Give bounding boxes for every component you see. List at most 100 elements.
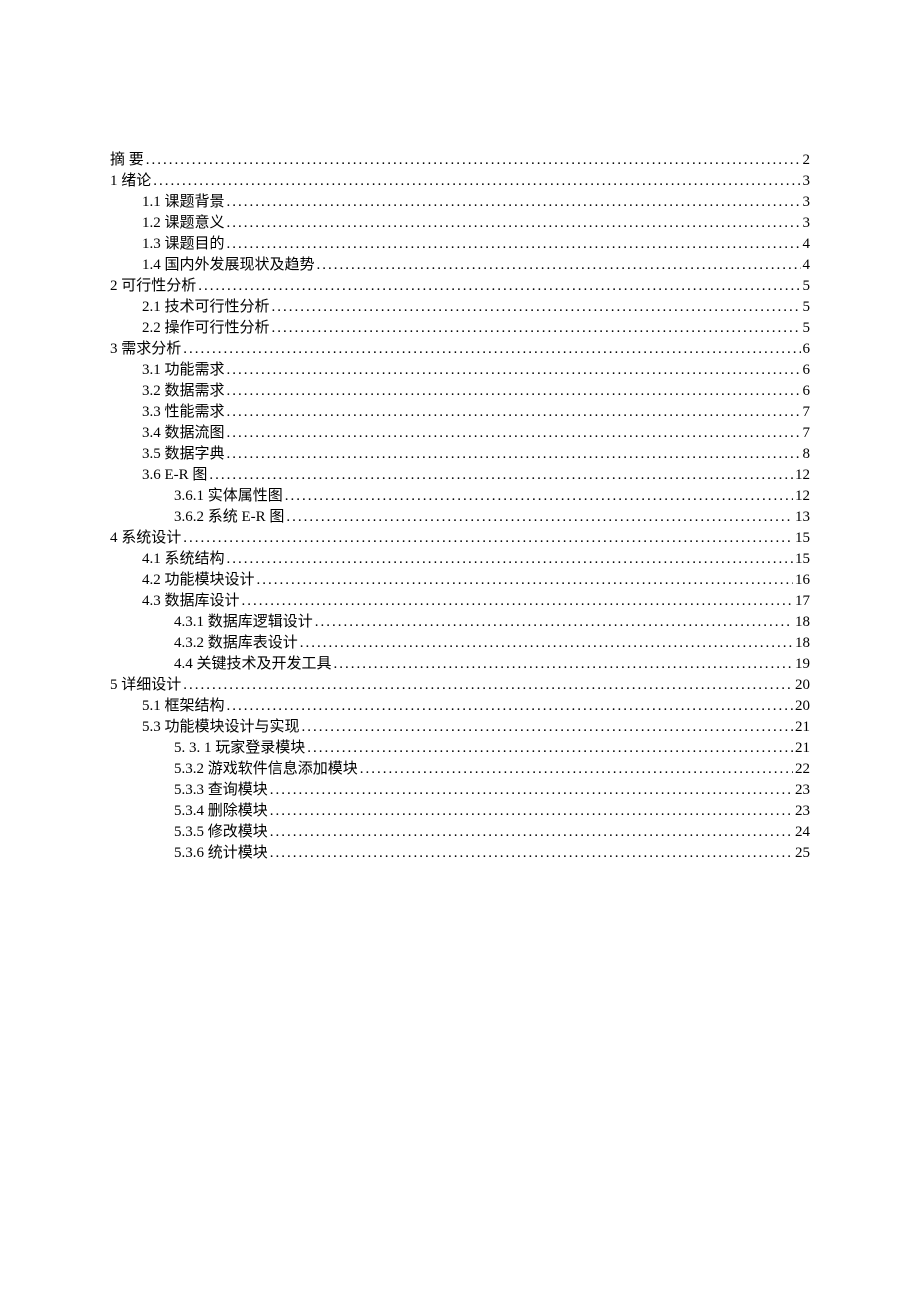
toc-entry: 5.1 框架结构20 — [110, 696, 810, 717]
toc-entry-leader — [307, 738, 793, 759]
toc-entry-page: 6 — [803, 339, 811, 360]
toc-entry-label: 3.3 性能需求 — [142, 402, 225, 423]
toc-entry: 4.3 数据库设计17 — [110, 591, 810, 612]
toc-entry: 3.6 E-R 图 12 — [110, 465, 810, 486]
toc-entry: 5. 3. 1 玩家登录模块21 — [110, 738, 810, 759]
toc-entry-leader — [146, 150, 801, 171]
toc-entry-leader — [334, 654, 793, 675]
toc-entry-page: 22 — [795, 759, 810, 780]
toc-entry-leader — [270, 822, 793, 843]
toc-entry: 2.2 操作可行性分析5 — [110, 318, 810, 339]
toc-entry: 4.2 功能模块设计 16 — [110, 570, 810, 591]
toc-entry-page: 23 — [795, 780, 810, 801]
toc-entry-label: 5.3.2 游戏软件信息添加模块 — [174, 759, 358, 780]
toc-entry-label: 5.3 功能模块设计与实现 — [142, 717, 300, 738]
toc-entry-label: 4.3.1 数据库逻辑设计 — [174, 612, 313, 633]
toc-entry-page: 8 — [803, 444, 811, 465]
toc-entry-leader — [209, 465, 793, 486]
toc-entry: 4.4 关键技术及开发工具 19 — [110, 654, 810, 675]
toc-entry: 1.2 课题意义 3 — [110, 213, 810, 234]
toc-entry-leader — [257, 570, 793, 591]
toc-entry-label: 3.6 E-R 图 — [142, 465, 207, 486]
toc-entry: 5.3.3 查询模块 23 — [110, 780, 810, 801]
toc-entry-label: 1.3 课题目的 — [142, 234, 225, 255]
toc-entry-page: 25 — [795, 843, 810, 864]
toc-entry-page: 12 — [795, 465, 810, 486]
toc-entry-page: 5 — [803, 297, 811, 318]
toc-entry-leader — [227, 402, 801, 423]
toc-entry-label: 5.3.3 查询模块 — [174, 780, 268, 801]
toc-entry-leader — [270, 801, 793, 822]
toc-entry-leader — [285, 486, 793, 507]
toc-entry-page: 12 — [795, 486, 810, 507]
toc-entry: 1.4 国内外发展现状及趋势4 — [110, 255, 810, 276]
toc-entry: 3.4 数据流图7 — [110, 423, 810, 444]
toc-entry: 3.1 功能需求 6 — [110, 360, 810, 381]
toc-entry-label: 3 需求分析 — [110, 339, 181, 360]
toc-entry-label: 4.4 关键技术及开发工具 — [174, 654, 332, 675]
toc-entry-page: 13 — [795, 507, 810, 528]
toc-entry-label: 1.1 课题背景 — [142, 192, 225, 213]
toc-entry-leader — [315, 612, 793, 633]
toc-entry-page: 15 — [795, 549, 810, 570]
toc-entry-label: 5.3.6 统计模块 — [174, 843, 268, 864]
toc-entry-label: 4.3 数据库设计 — [142, 591, 240, 612]
toc-entry-label: 4.1 系统结构 — [142, 549, 225, 570]
toc-entry: 3.6.1 实体属性图 12 — [110, 486, 810, 507]
toc-entry-page: 5 — [803, 276, 811, 297]
toc-entry-label: 1.2 课题意义 — [142, 213, 225, 234]
toc-entry-page: 3 — [803, 171, 811, 192]
toc-entry-page: 3 — [803, 213, 811, 234]
toc-entry-label: 3.1 功能需求 — [142, 360, 225, 381]
toc-entry: 5 详细设计 20 — [110, 675, 810, 696]
toc-entry-page: 19 — [795, 654, 810, 675]
toc-entry: 3.5 数据字典8 — [110, 444, 810, 465]
toc-entry: 5.3 功能模块设计与实现 21 — [110, 717, 810, 738]
toc-entry-page: 3 — [803, 192, 811, 213]
toc-entry-label: 1 绪论 — [110, 171, 151, 192]
toc-entry-leader — [300, 633, 793, 654]
toc-entry-leader — [227, 192, 801, 213]
toc-entry: 摘 要2 — [110, 150, 810, 171]
toc-entry-label: 摘 要 — [110, 150, 144, 171]
toc-entry: 1 绪论 3 — [110, 171, 810, 192]
toc-entry-leader — [242, 591, 793, 612]
toc-entry-leader — [227, 549, 793, 570]
toc-entry-label: 5. 3. 1 玩家登录模块 — [174, 738, 305, 759]
toc-entry-page: 21 — [795, 717, 810, 738]
toc-container: 摘 要21 绪论31.1 课题背景31.2 课题意义31.3 课题目的41.4 … — [0, 0, 920, 864]
toc-entry-label: 3.6.2 系统 E-R 图 — [174, 507, 284, 528]
toc-entry: 5.3.4 删除模块23 — [110, 801, 810, 822]
toc-entry-page: 18 — [795, 633, 810, 654]
toc-entry-page: 15 — [795, 528, 810, 549]
toc-entry-leader — [183, 528, 793, 549]
toc-entry-leader — [227, 381, 801, 402]
toc-entry-label: 5.3.4 删除模块 — [174, 801, 268, 822]
toc-entry: 2.1 技术可行性分析 5 — [110, 297, 810, 318]
toc-entry-leader — [227, 213, 801, 234]
toc-entry-label: 3.6.1 实体属性图 — [174, 486, 283, 507]
toc-entry-label: 5.3.5 修改模块 — [174, 822, 268, 843]
toc-entry-leader — [183, 675, 793, 696]
toc-entry-leader — [227, 696, 793, 717]
toc-entry-page: 6 — [803, 360, 811, 381]
toc-entry-leader — [198, 276, 800, 297]
toc-entry-leader — [272, 318, 801, 339]
toc-entry-label: 3.2 数据需求 — [142, 381, 225, 402]
toc-entry-page: 7 — [803, 402, 811, 423]
toc-entry-label: 1.4 国内外发展现状及趋势 — [142, 255, 315, 276]
toc-entry-leader — [302, 717, 793, 738]
toc-entry: 5.3.5 修改模块 24 — [110, 822, 810, 843]
toc-entry-leader — [270, 780, 793, 801]
toc-entry-label: 4 系统设计 — [110, 528, 181, 549]
toc-entry-page: 16 — [795, 570, 810, 591]
toc-entry: 3 需求分析 6 — [110, 339, 810, 360]
toc-entry-leader — [227, 360, 801, 381]
toc-entry-page: 20 — [795, 675, 810, 696]
toc-entry-label: 5.1 框架结构 — [142, 696, 225, 717]
toc-entry-label: 2.1 技术可行性分析 — [142, 297, 270, 318]
toc-entry-page: 24 — [795, 822, 810, 843]
toc-entry-label: 4.2 功能模块设计 — [142, 570, 255, 591]
toc-entry-leader — [227, 423, 801, 444]
toc-entry-label: 5 详细设计 — [110, 675, 181, 696]
